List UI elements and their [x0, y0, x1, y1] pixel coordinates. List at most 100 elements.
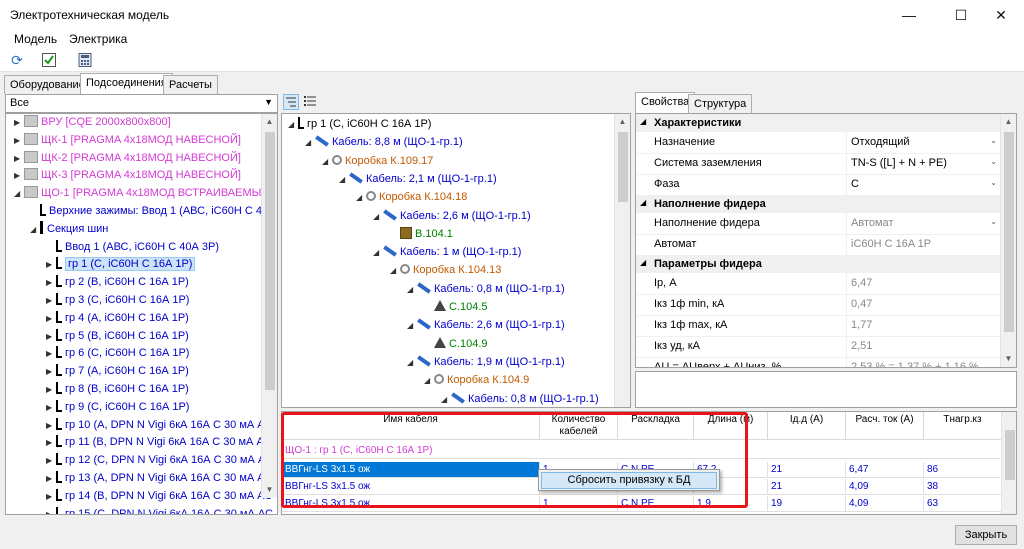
menu-electrics[interactable]: Электрика — [69, 32, 127, 46]
col-cable-count[interactable]: Количество кабелей — [540, 412, 618, 440]
table-cell-length[interactable]: 1,9 — [694, 496, 768, 512]
property-value[interactable]: 2,51 — [846, 336, 1001, 357]
tab-structure[interactable]: Структура — [688, 94, 753, 113]
tree-view-icon[interactable] — [283, 94, 299, 110]
col-temp[interactable]: Тнагр.кз — [924, 412, 1002, 440]
left-tree-scrollbar[interactable]: ▲ ▼ — [261, 114, 277, 498]
collapse-arrow-icon[interactable]: ◢ — [14, 185, 24, 202]
property-row[interactable]: Iкз 1ф min, кА 0,47 — [636, 294, 1001, 316]
scroll-thumb[interactable] — [1005, 430, 1015, 480]
list-view-icon[interactable] — [303, 94, 319, 110]
property-value[interactable]: 0,47 — [846, 294, 1001, 315]
expand-arrow-icon[interactable]: ▶ — [46, 363, 56, 380]
tree-item[interactable]: ◢ Коробка К.104.13 — [390, 262, 501, 279]
minimize-button[interactable]: — — [886, 0, 932, 30]
tree-item[interactable]: ▶ ВРУ [CQE 2000x800x800] — [14, 114, 171, 131]
expand-arrow-icon[interactable]: ▶ — [46, 256, 56, 273]
tree-item[interactable]: ◢ Коробка К.109.17 — [322, 153, 433, 170]
property-row[interactable]: Система заземления TN-S ([L] + N + PE) ⌄ — [636, 153, 1001, 175]
connections-tree[interactable]: ▶ ВРУ [CQE 2000x800x800] ▶ ЩК-1 [PRAGMA 4x1… — [5, 113, 278, 515]
tree-item[interactable]: ◢ ЩО-1 [PRAGMA 4x18МОД ВСТРАИВАЕМЫЙ] — [14, 185, 272, 202]
col-length[interactable]: Длина (м) — [694, 412, 768, 440]
table-scrollbar[interactable] — [1001, 412, 1016, 514]
property-row[interactable]: ΔU = ΔUверх + ΔUниз, % 2,53 % = 1,37 % + … — [636, 357, 1001, 367]
property-value[interactable]: Отходящий ⌄ — [846, 132, 1001, 153]
tree-item[interactable]: ▶ ЩК-3 [PRAGMA 4x18МОД НАВЕСНОЙ] — [14, 167, 241, 184]
collapse-arrow-icon[interactable]: ◢ — [30, 221, 40, 238]
tree-item[interactable]: ◢ Кабель: 2,6 м (ЩО-1-гр.1) — [407, 317, 565, 334]
expand-arrow-icon[interactable]: ▶ — [46, 381, 56, 398]
tree-item[interactable]: ◢ гр 1 (С, iC60H C 16А 1Р) — [288, 116, 431, 133]
tree-item[interactable]: ▶ гр 6 (С, iC60H C 16А 1Р) — [46, 345, 189, 362]
tree-item[interactable]: ◢ Кабель: 1 м (ЩО-1-гр.1) — [373, 244, 521, 261]
property-row[interactable]: Ip, А 6,47 — [636, 273, 1001, 295]
table-cell-temp[interactable]: 86 — [924, 462, 1002, 478]
expand-arrow-icon[interactable]: ▶ — [46, 310, 56, 327]
property-grid-scrollbar[interactable]: ▲ ▼ — [1000, 114, 1016, 367]
collapse-arrow-icon[interactable]: ◢ — [356, 189, 366, 206]
table-cell-idd[interactable]: 21 — [768, 479, 846, 495]
scroll-thumb[interactable] — [265, 132, 275, 390]
tree-item[interactable]: Верхние зажимы: Ввод 1 (АВС, iC60H C 40А — [30, 203, 275, 220]
expand-arrow-icon[interactable]: ▶ — [14, 150, 24, 167]
tree-item[interactable]: ◢ Кабель: 0,8 м (ЩО-1-гр.1) — [407, 281, 565, 298]
tree-item[interactable]: ▶ гр 2 (В, iC60H C 16А 1Р) — [46, 274, 189, 291]
cable-table[interactable]: Имя кабеля Количество кабелей Раскладка … — [281, 411, 1017, 515]
chevron-down-icon[interactable]: ⌄ — [990, 217, 997, 226]
tree-item[interactable]: ▶ гр 11 (В, DPN N Vigi 6кА 16А C 30 мА АС — [46, 434, 272, 451]
route-tree-scrollbar[interactable]: ▲ — [614, 114, 630, 407]
property-row[interactable]: Фаза С ⌄ — [636, 174, 1001, 196]
chevron-down-icon[interactable]: ⌄ — [990, 178, 997, 187]
collapse-arrow-icon[interactable]: ◢ — [339, 171, 349, 188]
tab-equipment[interactable]: Оборудование — [4, 75, 91, 94]
property-grid[interactable]: ◢ Характеристики Назначение Отходящий ⌄ Систе… — [635, 113, 1017, 368]
tree-item[interactable]: Ввод 1 (АВС, iC60H C 40А 3Р) — [46, 239, 219, 256]
expand-arrow-icon[interactable]: ▶ — [14, 114, 24, 131]
tree-item[interactable]: ◢ Кабель: 1,9 м (ЩО-1-гр.1) — [407, 354, 565, 371]
filter-combo[interactable]: Все ▼ — [5, 94, 278, 113]
chevron-down-icon[interactable]: ⌄ — [990, 136, 997, 145]
tree-item[interactable]: ◢ Кабель: 0,8 м (ЩО-1-гр.1) — [441, 391, 599, 408]
collapse-arrow-icon[interactable]: ◢ — [441, 391, 451, 408]
collapse-arrow-icon[interactable]: ◢ — [305, 134, 315, 151]
property-value[interactable]: 6,47 — [846, 273, 1001, 294]
scroll-up-icon[interactable]: ▲ — [262, 114, 277, 130]
close-window-button[interactable]: ✕ — [978, 0, 1024, 30]
table-cell-current[interactable]: 4,09 — [846, 496, 924, 512]
collapse-arrow-icon[interactable]: ◢ — [373, 244, 383, 261]
property-value[interactable]: С ⌄ — [846, 174, 1001, 195]
tree-item[interactable]: С.104.9 — [424, 336, 488, 353]
tree-item[interactable]: ◢ Кабель: 2,6 м (ЩО-1-гр.1) — [373, 208, 531, 225]
tree-item[interactable]: ◢ Кабель: 2,1 м (ЩО-1-гр.1) — [339, 171, 497, 188]
property-value[interactable]: 1,77 — [846, 315, 1001, 336]
expand-arrow-icon[interactable]: ▶ — [14, 167, 24, 184]
col-idd[interactable]: Iд.д (А) — [768, 412, 846, 440]
scroll-up-icon[interactable]: ▲ — [1001, 114, 1016, 130]
tree-item[interactable]: ▶ гр 4 (А, iC60H C 16А 1Р) — [46, 310, 189, 327]
expand-arrow-icon[interactable]: ▶ — [46, 434, 56, 451]
tree-item[interactable]: С.104.5 — [424, 299, 488, 316]
property-value[interactable]: Автомат ⌄ — [846, 213, 1001, 234]
scroll-up-icon[interactable]: ▲ — [615, 114, 630, 130]
checkbox-icon[interactable] — [40, 51, 58, 69]
tree-item[interactable]: ◢ Кабель: 8,8 м (ЩО-1-гр.1) — [305, 134, 463, 151]
tab-calculations[interactable]: Расчеты — [163, 75, 218, 94]
collapse-arrow-icon[interactable]: ◢ — [373, 208, 383, 225]
tree-item[interactable]: ▶ гр 10 (А, DPN N Vigi 6кА 16А C 30 мА АС — [46, 417, 272, 434]
expand-arrow-icon[interactable]: ▶ — [46, 470, 56, 487]
collapse-arrow-icon[interactable]: ◢ — [640, 117, 646, 126]
chevron-down-icon[interactable]: ⌄ — [990, 157, 997, 166]
tree-item[interactable]: ▶ ЩК-2 [PRAGMA 4x18МОД НАВЕСНОЙ] — [14, 150, 241, 167]
table-cell-temp[interactable]: 38 — [924, 479, 1002, 495]
tree-item[interactable]: ▶ гр 5 (В, iC60H C 16А 1Р) — [46, 328, 189, 345]
scroll-down-icon[interactable]: ▼ — [262, 482, 277, 498]
close-button[interactable]: Закрыть — [955, 525, 1017, 545]
tree-item[interactable]: ◢ Коробка К.104.18 — [356, 189, 467, 206]
property-value[interactable]: 2,53 % = 1,37 % + 1,16 % — [846, 357, 1001, 367]
tree-item[interactable]: ▶ гр 8 (В, iC60H C 16А 1Р) — [46, 381, 189, 398]
collapse-arrow-icon[interactable]: ◢ — [640, 258, 646, 267]
refresh-icon[interactable]: ⟳ — [8, 51, 26, 69]
table-cell-current[interactable]: 6,47 — [846, 462, 924, 478]
expand-arrow-icon[interactable]: ▶ — [46, 328, 56, 345]
property-category[interactable]: ◢ Наполнение фидера — [636, 195, 1001, 213]
